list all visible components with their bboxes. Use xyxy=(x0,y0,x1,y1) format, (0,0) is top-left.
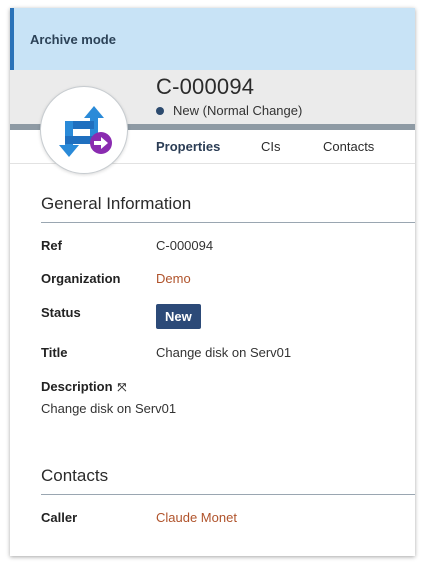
object-ref-title: C-000094 xyxy=(156,74,255,99)
title-label: Title xyxy=(41,345,68,360)
organization-label: Organization xyxy=(41,271,121,286)
object-details-panel: Archive mode C-000094 New (Normal Change… xyxy=(10,8,415,556)
object-status-text: New (Normal Change) xyxy=(173,103,303,118)
archive-mode-banner: Archive mode xyxy=(10,8,415,70)
description-value: Change disk on Serv01 xyxy=(41,401,177,416)
object-icon-medallion xyxy=(40,86,128,174)
status-label: Status xyxy=(41,305,81,320)
title-value: Change disk on Serv01 xyxy=(156,345,292,360)
contacts-heading: Contacts xyxy=(41,466,109,485)
tab-contacts[interactable]: Contacts xyxy=(323,139,374,154)
general-information-divider xyxy=(41,222,415,223)
object-status: New (Normal Change) xyxy=(156,103,302,118)
tab-properties[interactable]: Properties xyxy=(156,139,220,154)
ref-label: Ref xyxy=(41,238,62,253)
ref-value: C-000094 xyxy=(156,238,214,253)
description-label-row: Description ⤧ xyxy=(41,379,126,395)
expand-icon[interactable]: ⤧ xyxy=(118,382,127,395)
status-dot-icon xyxy=(156,106,164,115)
organization-link[interactable]: Demo xyxy=(156,271,191,286)
change-icon xyxy=(59,106,112,157)
description-label: Description xyxy=(41,379,113,394)
caller-label: Caller xyxy=(41,510,78,525)
caller-link[interactable]: Claude Monet xyxy=(156,510,237,525)
status-badge: New xyxy=(156,304,201,329)
archive-mode-text: Archive mode xyxy=(30,31,116,47)
tab-cis[interactable]: CIs xyxy=(261,139,281,154)
contacts-divider xyxy=(41,494,415,495)
general-information-heading: General Information xyxy=(41,194,192,213)
